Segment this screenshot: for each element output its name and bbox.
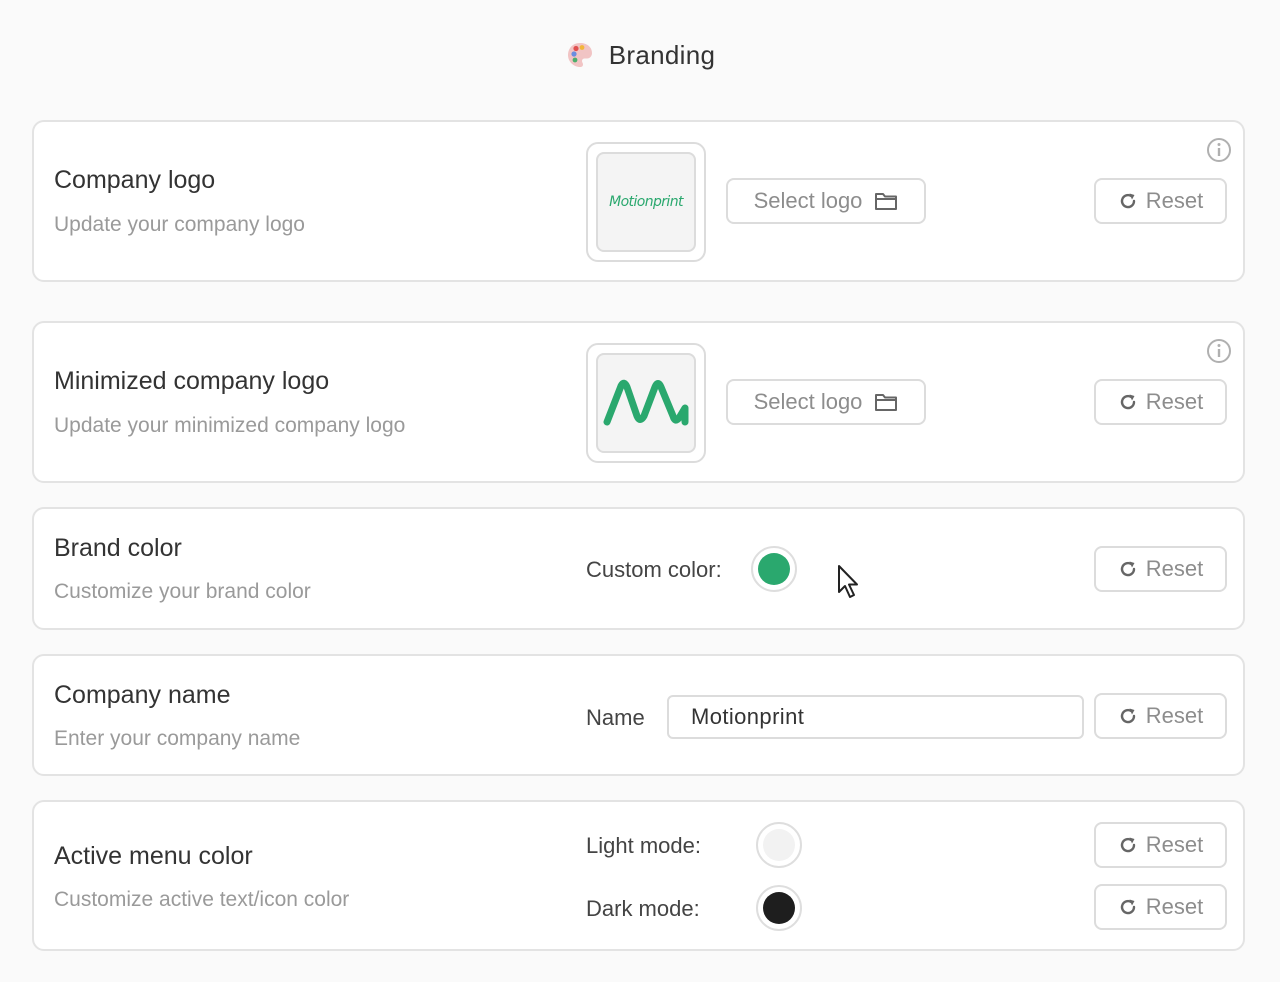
company-logo-text: Motionprint (609, 194, 683, 210)
refresh-icon (1120, 394, 1135, 410)
minimized-logo-image (596, 353, 696, 453)
dark-mode-swatch[interactable] (756, 885, 802, 931)
reset-dark-mode-button[interactable]: Reset (1094, 884, 1227, 930)
select-logo-label: Select logo (753, 188, 863, 213)
brand-color-card: Brand color Customize your brand color C… (32, 507, 1245, 630)
custom-color-swatch[interactable] (751, 546, 797, 592)
info-icon[interactable] (1206, 338, 1232, 364)
page-header: Branding (0, 30, 1280, 80)
info-icon[interactable] (1206, 137, 1232, 163)
reset-label: Reset (1145, 703, 1204, 728)
minimized-logo-preview (586, 343, 706, 463)
reset-label: Reset (1145, 188, 1204, 213)
light-mode-dot (763, 829, 795, 861)
reset-label: Reset (1145, 389, 1204, 414)
reset-minimized-logo-button[interactable]: Reset (1094, 379, 1227, 425)
reset-label: Reset (1145, 894, 1204, 919)
dark-mode-label: Dark mode: (586, 896, 700, 921)
refresh-icon (1120, 708, 1135, 724)
name-field-label: Name (586, 705, 645, 730)
company-logo-card: Company logo Update your company logo Mo… (32, 120, 1245, 282)
company-logo-subtitle: Update your company logo (54, 213, 305, 236)
company-name-subtitle: Enter your company name (54, 727, 301, 750)
active-menu-color-title: Active menu color (54, 842, 253, 870)
light-mode-label: Light mode: (586, 833, 701, 858)
company-logo-preview: Motionprint (586, 142, 706, 262)
mouse-pointer-icon (838, 565, 858, 598)
refresh-icon (1120, 561, 1135, 577)
minimized-logo-title: Minimized company logo (54, 367, 330, 395)
active-menu-color-subtitle: Customize active text/icon color (54, 888, 350, 911)
minimized-logo-card: Minimized company logo Update your minim… (32, 321, 1245, 483)
select-company-logo-button[interactable]: Select logo (726, 178, 926, 224)
custom-color-label: Custom color: (586, 557, 722, 582)
select-logo-label: Select logo (753, 389, 863, 414)
reset-label: Reset (1145, 832, 1204, 857)
reset-company-name-button[interactable]: Reset (1094, 693, 1227, 739)
refresh-icon (1120, 193, 1135, 209)
refresh-icon (1120, 899, 1135, 915)
motionprint-m-icon (603, 379, 689, 426)
reset-light-mode-button[interactable]: Reset (1094, 822, 1227, 868)
page-title: Branding (608, 39, 716, 70)
reset-brand-color-button[interactable]: Reset (1094, 546, 1227, 592)
brand-color-title: Brand color (54, 534, 182, 562)
custom-color-dot (758, 553, 790, 585)
company-logo-image: Motionprint (596, 152, 696, 252)
reset-label: Reset (1145, 556, 1204, 581)
active-menu-color-card: Active menu color Customize active text/… (32, 800, 1245, 951)
folder-icon (875, 394, 898, 411)
company-name-input[interactable] (667, 695, 1084, 739)
light-mode-swatch[interactable] (756, 822, 802, 868)
company-name-title: Company name (54, 681, 231, 709)
folder-icon (875, 193, 898, 210)
reset-company-logo-button[interactable]: Reset (1094, 178, 1227, 224)
palette-icon (567, 43, 592, 67)
refresh-icon (1120, 837, 1135, 853)
minimized-logo-subtitle: Update your minimized company logo (54, 414, 406, 437)
select-minimized-logo-button[interactable]: Select logo (726, 379, 926, 425)
company-logo-title: Company logo (54, 166, 216, 194)
company-name-card: Company name Enter your company name Nam… (32, 654, 1245, 776)
dark-mode-dot (763, 892, 795, 924)
brand-color-subtitle: Customize your brand color (54, 580, 311, 603)
